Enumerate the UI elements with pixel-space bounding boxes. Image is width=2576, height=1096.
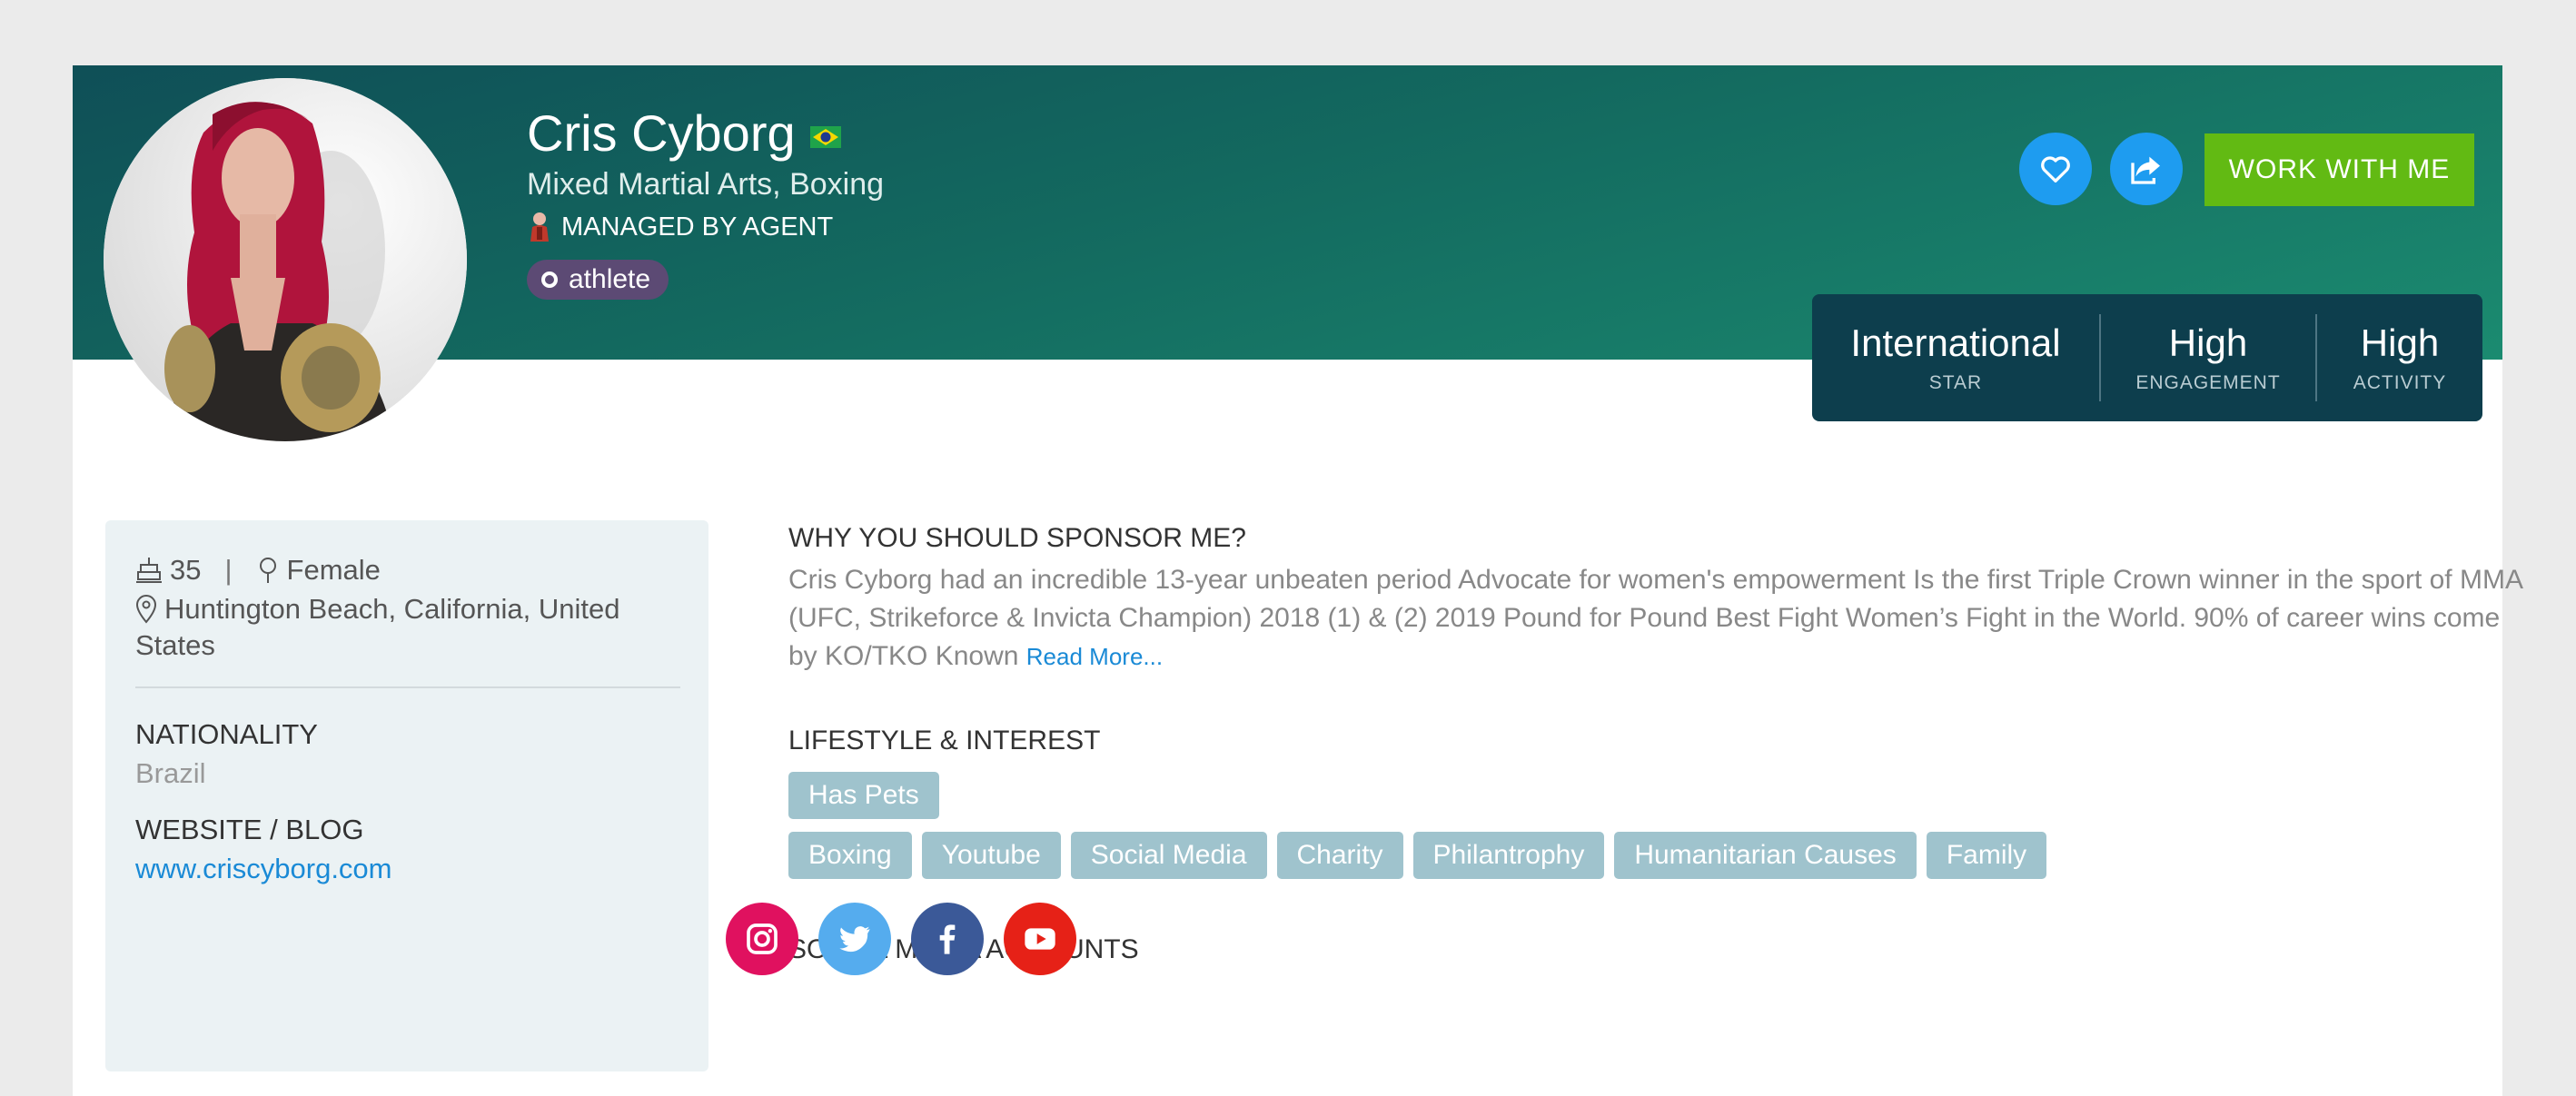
twitter-button[interactable] [818, 903, 891, 975]
interest-chip[interactable]: Charity [1276, 832, 1403, 879]
stat-label: STAR [1928, 372, 1983, 393]
read-more-link[interactable]: Read More... [1026, 643, 1163, 670]
gender-value: Female [286, 554, 381, 586]
managed-by-agent: MANAGED BY AGENT [527, 211, 833, 243]
location-pin-icon [135, 595, 157, 624]
share-button[interactable] [2110, 133, 2183, 205]
youtube-icon [1025, 928, 1055, 950]
location-row: Huntington Beach, California, United [135, 593, 619, 626]
separator: | [224, 554, 233, 586]
athlete-tag: athlete [527, 260, 669, 300]
nationality-value: Brazil [135, 757, 206, 789]
interest-chip[interactable]: Family [1926, 832, 2047, 879]
facebook-button[interactable] [911, 903, 984, 975]
stats-panel: International STAR High ENGAGEMENT High … [1812, 294, 2482, 421]
instagram-icon [747, 923, 778, 954]
divider [135, 686, 680, 688]
twitter-icon [839, 926, 870, 953]
details-panel: 35 | Female Huntington Beach, California… [105, 520, 708, 1071]
brazil-flag-icon [809, 125, 841, 148]
name-row: Cris Cyborg [527, 104, 841, 163]
heart-icon [2041, 156, 2070, 183]
age-gender-row: 35 | Female [135, 554, 381, 587]
youtube-button[interactable] [1004, 903, 1076, 975]
tag-label: athlete [569, 264, 651, 294]
tag-dot-icon [541, 272, 558, 288]
profile-name: Cris Cyborg [527, 104, 796, 162]
facebook-icon [939, 924, 956, 954]
cake-icon [136, 558, 162, 583]
sponsor-heading: WHY YOU SHOULD SPONSOR ME? [788, 523, 1246, 553]
work-with-me-button[interactable]: WORK WITH ME [2204, 133, 2474, 206]
avatar [104, 78, 467, 441]
instagram-button[interactable] [726, 903, 798, 975]
interest-chip[interactable]: Social Media [1070, 832, 1267, 879]
location-line1: Huntington Beach, California, United [164, 593, 620, 625]
nationality-label: NATIONALITY [135, 718, 318, 750]
stat-star: International STAR [1812, 294, 2099, 421]
agent-icon [530, 212, 549, 242]
location-line2: States [135, 629, 215, 661]
lifestyle-chips-row2: Boxing Youtube Social Media Charity Phil… [788, 832, 2056, 879]
interest-chip[interactable]: Philantrophy [1412, 832, 1605, 879]
website-link[interactable]: www.criscyborg.com [135, 853, 392, 885]
favorite-button[interactable] [2019, 133, 2092, 205]
managed-label: MANAGED BY AGENT [561, 212, 834, 242]
stat-label: ENGAGEMENT [2135, 372, 2281, 393]
stat-engagement: High ENGAGEMENT [2101, 294, 2315, 421]
stat-label: ACTIVITY [2353, 372, 2447, 393]
website-label: WEBSITE / BLOG [135, 814, 364, 845]
sport-categories: Mixed Martial Arts, Boxing [527, 167, 885, 202]
stat-activity: High ACTIVITY [2317, 294, 2482, 421]
share-icon [2131, 156, 2160, 184]
interest-chip[interactable]: Boxing [788, 832, 912, 879]
lifestyle-heading: LIFESTYLE & INTEREST [788, 726, 1101, 755]
social-icons [726, 903, 1096, 975]
age-value: 35 [170, 554, 202, 586]
sponsor-text: Cris Cyborg had an incredible 13-year un… [788, 561, 2528, 676]
interest-chip[interactable]: Has Pets [788, 772, 939, 819]
lifestyle-chips-row1: Has Pets [788, 772, 949, 819]
stat-value: High [2168, 321, 2248, 364]
profile-card: Cris Cyborg Mixed Martial Arts, Boxing M… [73, 65, 2522, 1096]
interest-chip[interactable]: Youtube [921, 832, 1061, 879]
stat-value: High [2360, 321, 2440, 364]
female-icon [259, 558, 276, 583]
interest-chip[interactable]: Humanitarian Causes [1614, 832, 1917, 879]
stat-value: International [1850, 321, 2061, 364]
